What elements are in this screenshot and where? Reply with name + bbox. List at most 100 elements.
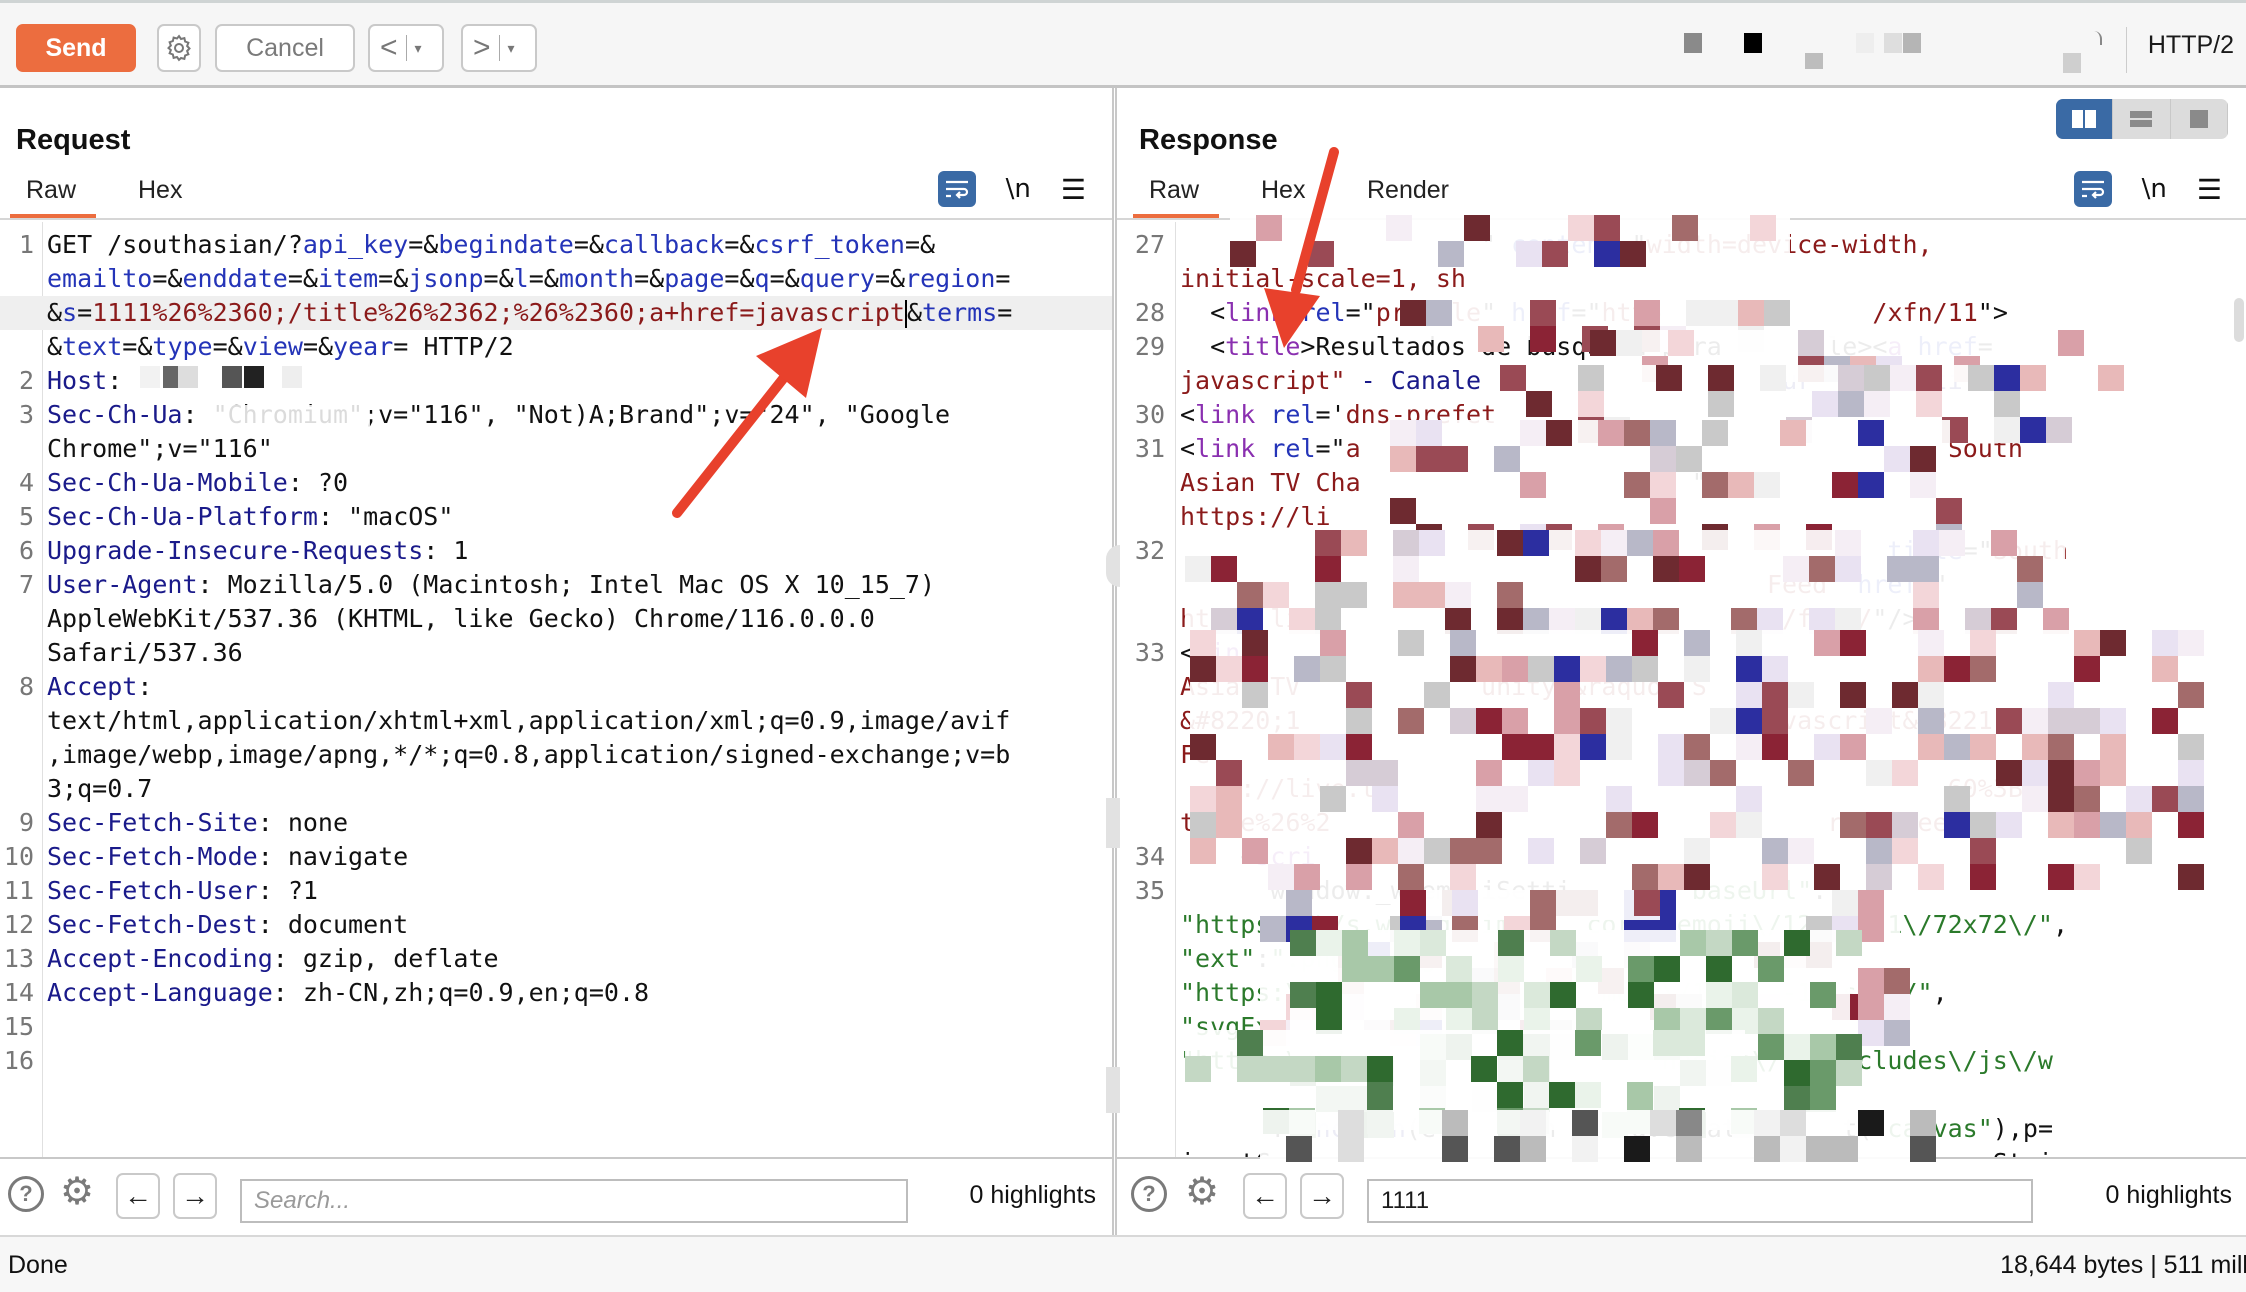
- redaction-pixel: [1658, 864, 1684, 890]
- token: year: [333, 332, 394, 361]
- redaction-pixel: [1996, 708, 2022, 734]
- redaction-pixel: [1554, 734, 1580, 760]
- wrap-lines-icon[interactable]: [2073, 171, 2112, 207]
- menu-icon[interactable]: ☰: [2197, 173, 2222, 206]
- tab-render[interactable]: Render: [1367, 176, 1449, 205]
- token: =&: [152, 264, 183, 293]
- code-line[interactable]: 1 GET /southasian/?api_key=&begindate=&ca…: [0, 228, 1112, 262]
- code-line[interactable]: 3;q=0.7: [0, 772, 1112, 806]
- gear-icon[interactable]: ⚙: [1185, 1173, 1219, 1211]
- redaction-pixel: [1944, 656, 1970, 682]
- split-vertical-icon[interactable]: [2113, 99, 2171, 139]
- redaction-pixel: [1620, 241, 1646, 267]
- code-line[interactable]: 12 Sec-Fetch-Dest: document: [0, 908, 1112, 942]
- dropdown-arrow-icon[interactable]: ▾: [415, 40, 422, 57]
- request-editor[interactable]: 1 GET /southasian/?api_key=&begindate=&ca…: [0, 222, 1112, 1157]
- code-line[interactable]: 13 Accept-Encoding: gzip, deflate: [0, 942, 1112, 976]
- protocol-label[interactable]: HTTP/2: [2148, 31, 2234, 60]
- code-line[interactable]: 4 Sec-Ch-Ua-Mobile: ?0: [0, 466, 1112, 500]
- code-line[interactable]: 3 Sec-Ch-Ua: "Chromium";v="116", "Not)A;B…: [0, 398, 1112, 432]
- redaction-pixel: [1346, 864, 1372, 890]
- code-line[interactable]: 6 Upgrade-Insecure-Requests: 1: [0, 534, 1112, 568]
- newline-toggle[interactable]: \n: [2142, 174, 2167, 204]
- forward-button[interactable]: > ▾: [461, 24, 537, 72]
- code-line[interactable]: 11 Sec-Fetch-User: ?1: [0, 874, 1112, 908]
- code-line[interactable]: Chrome";v="116": [0, 432, 1112, 466]
- pane-resize-handle[interactable]: [1106, 545, 1120, 587]
- next-match-button[interactable]: →: [1300, 1173, 1344, 1219]
- redaction-pixel: [1393, 582, 1419, 608]
- redaction-pixel: [1400, 300, 1426, 326]
- redaction-pixel: [1866, 812, 1892, 838]
- code-line[interactable]: 7 User-Agent: Mozilla/5.0 (Macintosh; Int…: [0, 568, 1112, 602]
- newline-toggle[interactable]: \n: [1006, 174, 1031, 204]
- token: initial-scale=1, sh: [1180, 264, 1466, 293]
- token: : "macOS": [317, 502, 454, 531]
- dropdown-arrow-icon[interactable]: ▾: [508, 40, 515, 57]
- line-text: Sec-Fetch-Site: none: [47, 806, 348, 840]
- redaction-pixel: [1634, 300, 1660, 326]
- tab-hex[interactable]: Hex: [138, 176, 182, 205]
- tab-hex[interactable]: Hex: [1261, 176, 1305, 205]
- redaction-pixel: [1910, 446, 1936, 472]
- redaction-pixel: [1572, 1110, 1598, 1136]
- next-match-button[interactable]: →: [173, 1173, 217, 1219]
- menu-icon[interactable]: ☰: [1061, 173, 1086, 206]
- redaction-pixel: [1838, 391, 1864, 417]
- redaction-pixel: [1684, 656, 1710, 682]
- send-button[interactable]: Send: [16, 24, 136, 72]
- redaction-pixel: [1594, 241, 1620, 267]
- scrollbar[interactable]: [2234, 298, 2244, 342]
- gear-icon[interactable]: ⚙: [60, 1173, 94, 1211]
- redaction-pixel: [178, 366, 198, 388]
- tab-raw[interactable]: Raw: [1132, 176, 1220, 219]
- code-line[interactable]: 10 Sec-Fetch-Mode: navigate: [0, 840, 1112, 874]
- code-line[interactable]: Safari/537.36: [0, 636, 1112, 670]
- token: =': [1315, 400, 1346, 429]
- redaction-pixel: [1575, 530, 1601, 556]
- help-icon[interactable]: ?: [1131, 1176, 1167, 1212]
- previous-match-button[interactable]: ←: [116, 1173, 160, 1219]
- redaction-pixel: [1286, 890, 1312, 916]
- redaction-pixel: [1420, 982, 1446, 1008]
- wrap-lines-icon[interactable]: [937, 171, 976, 207]
- redaction-pixel: [1840, 812, 1866, 838]
- redaction-pixel: [1994, 417, 2020, 443]
- code-line[interactable]: emailto=&enddate=&item=&jsonp=&l=&month=…: [0, 262, 1112, 296]
- code-line[interactable]: text/html,application/xhtml+xml,applicat…: [0, 704, 1112, 738]
- code-line[interactable]: initial-scale=1, sh: [1117, 262, 2246, 296]
- redaction-pixel: [1576, 956, 1602, 982]
- code-line[interactable]: &s=1111%26%2360;/title%26%2362;%26%2360;…: [0, 296, 1112, 330]
- redaction-pixel: [1216, 786, 1242, 812]
- cancel-button[interactable]: Cancel: [215, 24, 355, 72]
- back-button[interactable]: < ▾: [368, 24, 444, 72]
- tab-raw[interactable]: Raw: [9, 176, 97, 219]
- redaction-pixel: [1394, 956, 1420, 982]
- token: =&: [634, 264, 665, 293]
- single-pane-icon[interactable]: [2171, 99, 2228, 139]
- redaction-pixel: [1530, 300, 1556, 326]
- pane-resize-handle[interactable]: [1106, 1067, 1120, 1113]
- code-line[interactable]: 16: [0, 1044, 1112, 1078]
- code-line[interactable]: 9 Sec-Fetch-Site: none: [0, 806, 1112, 840]
- code-line[interactable]: 5 Sec-Ch-Ua-Platform: "macOS": [0, 500, 1112, 534]
- line-number: 29: [1134, 332, 1165, 361]
- line-number: 16: [3, 1046, 34, 1075]
- redaction-pixel: [1672, 215, 1698, 241]
- search-input[interactable]: 1111: [1367, 1179, 2033, 1223]
- previous-match-button[interactable]: ←: [1243, 1173, 1287, 1219]
- redaction-pixel: [2178, 630, 2204, 656]
- code-line[interactable]: 15: [0, 1010, 1112, 1044]
- code-line[interactable]: 8 Accept:: [0, 670, 1112, 704]
- redaction-pixel: [1650, 472, 1676, 498]
- token: text: [62, 332, 123, 361]
- split-horizontal-icon[interactable]: [2056, 99, 2114, 139]
- search-input[interactable]: Search...: [240, 1179, 908, 1223]
- help-icon[interactable]: ?: [8, 1176, 44, 1212]
- pane-resize-handle[interactable]: [1106, 798, 1120, 848]
- code-line[interactable]: ,image/webp,image/apng,*/*;q=0.8,applica…: [0, 738, 1112, 772]
- code-line[interactable]: AppleWebKit/537.36 (KHTML, like Gecko) C…: [0, 602, 1112, 636]
- settings-button[interactable]: [157, 24, 201, 72]
- code-line[interactable]: 14 Accept-Language: zh-CN,zh;q=0.9,en;q=0…: [0, 976, 1112, 1010]
- code-line[interactable]: &text=&type=&view=&year= HTTP/2: [0, 330, 1112, 364]
